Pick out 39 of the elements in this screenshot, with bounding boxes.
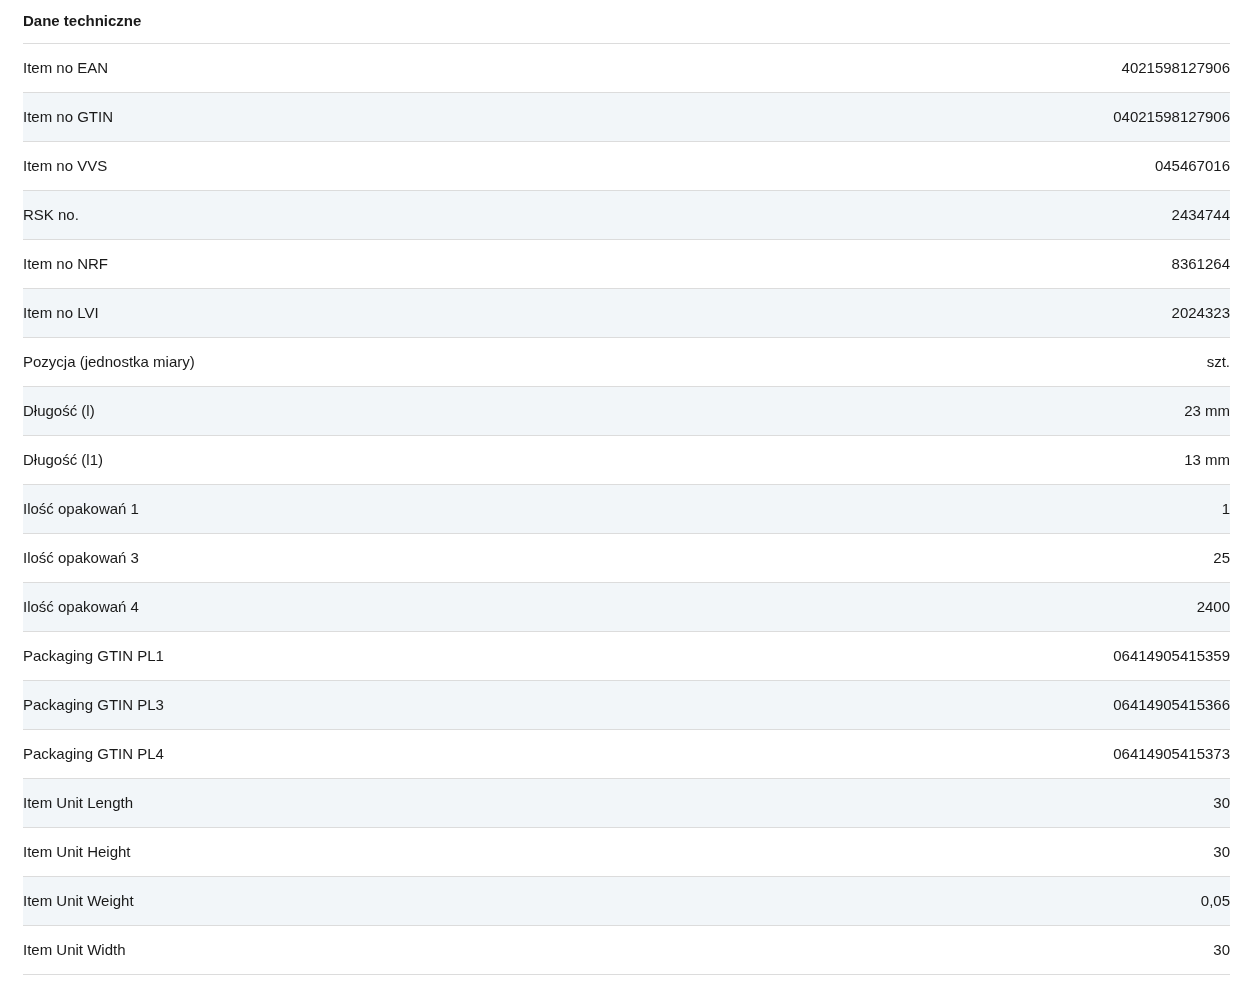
spec-value: 23 mm bbox=[1184, 400, 1230, 421]
spec-label: Długość (l1) bbox=[23, 449, 104, 470]
spec-label: Item Unit Length bbox=[23, 792, 134, 813]
spec-value: 25 bbox=[1213, 547, 1230, 568]
spec-value: 2400 bbox=[1196, 596, 1230, 617]
spec-value: 30 bbox=[1213, 792, 1230, 813]
spec-value: 30 bbox=[1213, 939, 1230, 960]
spec-value: 13 mm bbox=[1184, 449, 1230, 470]
spec-value: 06414905415359 bbox=[1113, 645, 1230, 666]
spec-label: Item no NRF bbox=[23, 253, 109, 274]
spec-value: 0,05 bbox=[1200, 890, 1230, 911]
spec-value: 30 bbox=[1213, 841, 1230, 862]
spec-label: Ilość opakowań 1 bbox=[23, 498, 139, 519]
spec-label: Długość (l) bbox=[23, 400, 95, 421]
spec-label: Packaging GTIN PL4 bbox=[23, 743, 164, 764]
spec-label: Packaging GTIN PL1 bbox=[23, 645, 164, 666]
spec-value: 4021598127906 bbox=[1121, 57, 1230, 78]
spec-label: Item Unit Width bbox=[23, 939, 126, 960]
spec-label: Item Unit Weight bbox=[23, 890, 134, 911]
spec-label: Ilość opakowań 3 bbox=[23, 547, 139, 568]
spec-label: Item Unit Height bbox=[23, 841, 131, 862]
spec-label: Item no VVS bbox=[23, 155, 108, 176]
spec-value: 1 bbox=[1221, 498, 1230, 519]
spec-value: 045467016 bbox=[1154, 155, 1230, 176]
spec-label: Item no LVI bbox=[23, 302, 99, 323]
spec-value: 04021598127906 bbox=[1113, 106, 1230, 127]
spec-label: RSK no. bbox=[23, 204, 79, 225]
spec-value: 2434744 bbox=[1171, 204, 1230, 225]
spec-value: szt. bbox=[1206, 351, 1230, 372]
spec-value: 2024323 bbox=[1171, 302, 1230, 323]
spec-label: Item no GTIN bbox=[23, 106, 114, 127]
spec-label: Packaging GTIN PL3 bbox=[23, 694, 164, 715]
spec-label: Pozycja (jednostka miary) bbox=[23, 351, 195, 372]
spec-label: Item no EAN bbox=[23, 57, 109, 78]
spec-value: 06414905415373 bbox=[1113, 743, 1230, 764]
spec-label: Ilość opakowań 4 bbox=[23, 596, 139, 617]
spec-value: 8361264 bbox=[1171, 253, 1230, 274]
section-title: Dane techniczne bbox=[23, 11, 142, 32]
spec-value: 06414905415366 bbox=[1113, 694, 1230, 715]
